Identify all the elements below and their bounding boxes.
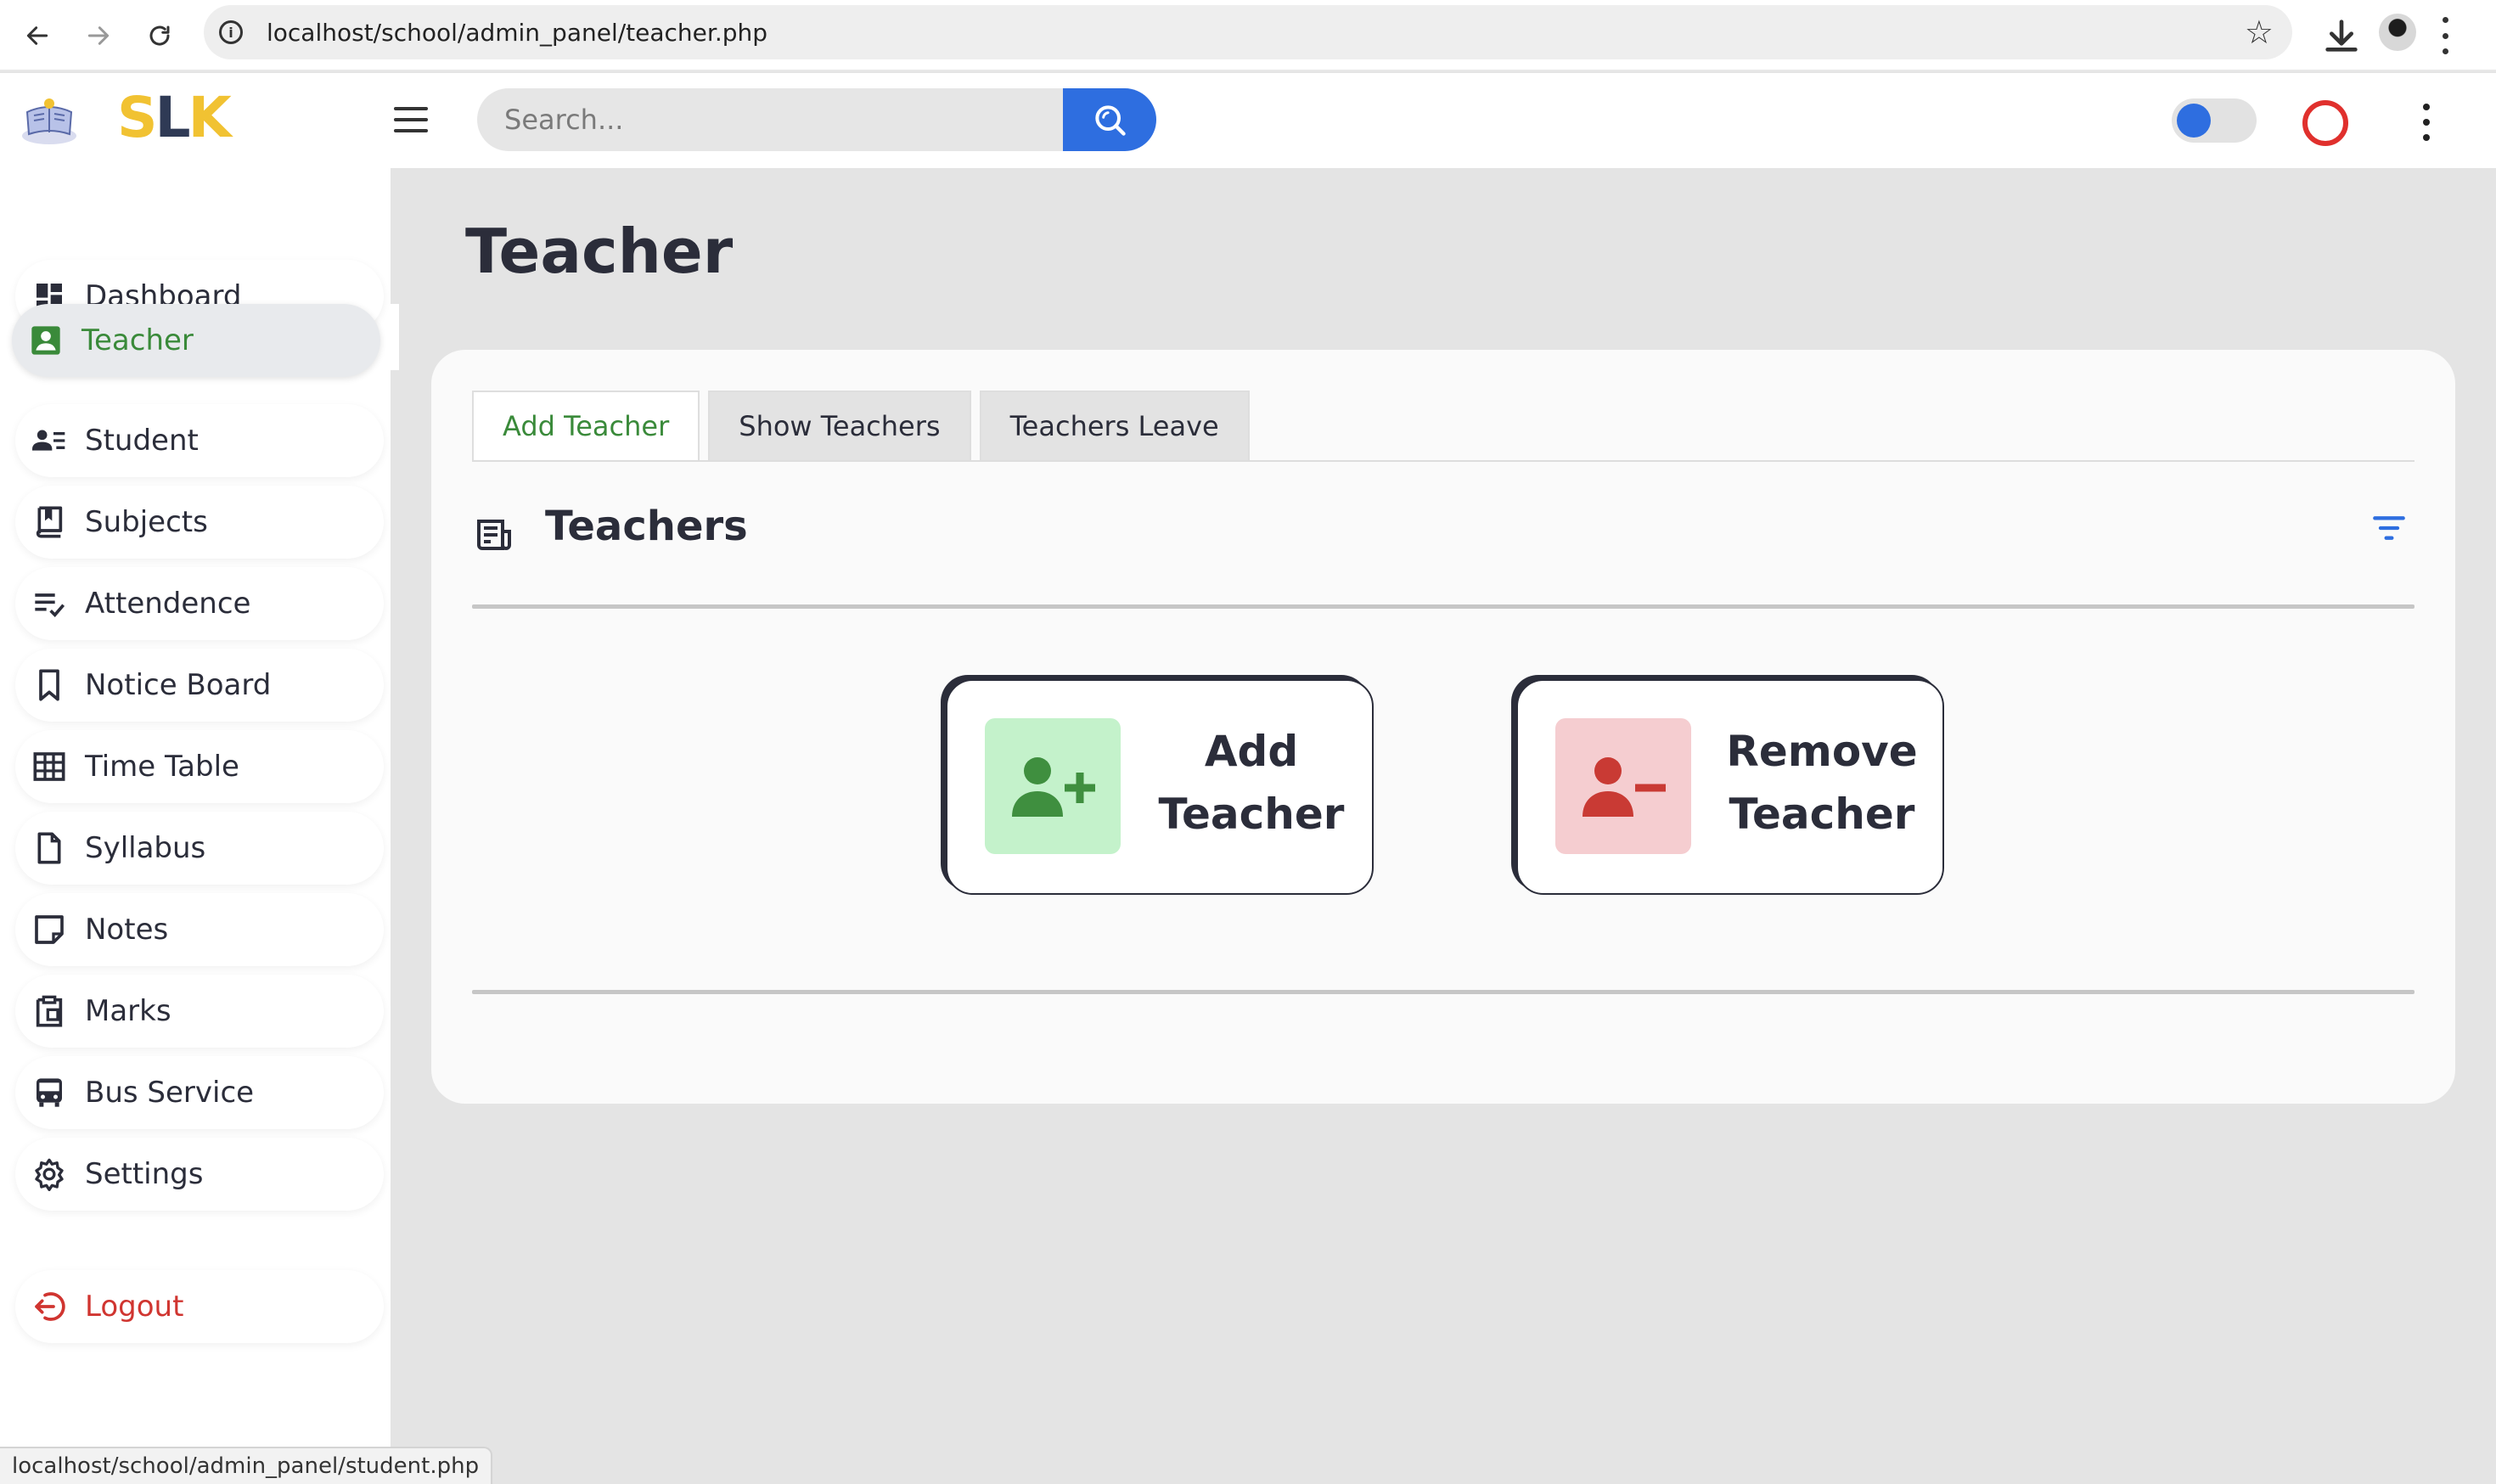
document-list-icon: [477, 520, 511, 550]
browser-menu-icon[interactable]: [2437, 17, 2454, 54]
more-options-icon[interactable]: [2418, 104, 2435, 141]
tab-bar: Add Teacher Show Teachers Teachers Leave: [472, 391, 1258, 464]
school-logo-icon: [19, 93, 80, 148]
note-icon: [35, 915, 64, 944]
sidebar-item-label: Notes: [85, 913, 169, 947]
logout-icon: [35, 1292, 65, 1321]
divider: [472, 604, 2414, 609]
file-icon: [37, 832, 61, 864]
filter-icon[interactable]: [2372, 514, 2406, 542]
table-icon: [33, 752, 65, 781]
page-title: Teacher: [465, 216, 734, 287]
browser-toolbar: i localhost/school/admin_panel/teacher.p…: [0, 0, 2496, 71]
sidebar-item-label: Syllabus: [85, 831, 206, 865]
add-teacher-label: Add Teacher: [1158, 727, 1345, 839]
sidebar-item-label: Subjects: [85, 505, 208, 539]
sidebar-item-notes[interactable]: Notes: [15, 893, 384, 966]
forward-icon[interactable]: [75, 12, 122, 59]
tab-divider: [472, 460, 2414, 462]
sidebar-item-settings[interactable]: Settings: [15, 1138, 384, 1211]
sidebar-item-subjects[interactable]: Subjects: [15, 486, 384, 559]
address-bar[interactable]: i localhost/school/admin_panel/teacher.p…: [204, 5, 2292, 59]
remove-teacher-label: Remove Teacher: [1726, 727, 1918, 839]
person-remove-icon: [1555, 718, 1691, 854]
status-bar-url: localhost/school/admin_panel/student.php: [0, 1447, 493, 1484]
theme-toggle[interactable]: [2172, 98, 2257, 143]
search-icon: [1095, 105, 1126, 136]
checklist-icon: [35, 593, 65, 618]
person-add-icon: [985, 718, 1121, 854]
sidebar-item-label: Attendence: [85, 587, 251, 621]
sidebar-item-student[interactable]: Student: [15, 404, 384, 477]
section-title: Teachers: [545, 503, 748, 550]
divider: [472, 990, 2414, 994]
sidebar-item-logout[interactable]: Logout: [15, 1270, 384, 1343]
profile-avatar[interactable]: [2379, 14, 2416, 51]
book-icon: [36, 506, 63, 538]
student-icon: [32, 430, 65, 451]
site-info-icon[interactable]: i: [219, 20, 243, 44]
clipboard-icon: [36, 995, 63, 1027]
sidebar: Dashboard Teacher Student Subjects Atten…: [0, 168, 399, 1484]
sidebar-item-label: Bus Service: [85, 1076, 255, 1110]
record-ring-icon[interactable]: [2302, 100, 2348, 146]
add-teacher-button[interactable]: Add Teacher: [946, 679, 1374, 895]
tab-show-teachers[interactable]: Show Teachers: [708, 391, 971, 462]
tab-add-teacher[interactable]: Add Teacher: [472, 391, 700, 462]
sidebar-item-label: Notice Board: [85, 668, 272, 702]
teacher-icon: [31, 326, 60, 355]
bookmark-icon: [39, 669, 59, 701]
gear-icon: [35, 1158, 64, 1191]
sidebar-item-label: Time Table: [85, 750, 239, 784]
back-icon[interactable]: [14, 12, 61, 59]
sidebar-item-label: Settings: [85, 1157, 204, 1191]
sidebar-item-label: Marks: [85, 994, 171, 1028]
tab-teachers-leave[interactable]: Teachers Leave: [979, 391, 1250, 462]
remove-teacher-button[interactable]: Remove Teacher: [1516, 679, 1944, 895]
sidebar-item-attendence[interactable]: Attendence: [15, 567, 384, 640]
download-icon[interactable]: [2318, 12, 2365, 59]
sidebar-item-label: Logout: [85, 1290, 184, 1324]
sidebar-item-teacher[interactable]: Teacher: [12, 304, 380, 377]
toggle-knob: [2177, 104, 2211, 138]
app-logo-text: SLK: [117, 85, 232, 150]
search-button[interactable]: [1063, 88, 1156, 151]
sidebar-item-notice-board[interactable]: Notice Board: [15, 649, 384, 722]
sidebar-item-syllabus[interactable]: Syllabus: [15, 812, 384, 885]
menu-toggle-icon[interactable]: [394, 107, 428, 132]
app-header: SLK: [0, 73, 2496, 168]
sidebar-item-label: Teacher: [82, 323, 194, 357]
address-url[interactable]: localhost/school/admin_panel/teacher.php: [267, 19, 767, 47]
reload-icon[interactable]: [136, 12, 183, 59]
teacher-card: Add Teacher Show Teachers Teachers Leave…: [431, 350, 2455, 1104]
sidebar-item-time-table[interactable]: Time Table: [15, 730, 384, 803]
sidebar-item-marks[interactable]: Marks: [15, 975, 384, 1048]
bookmark-star-icon[interactable]: ☆: [2245, 14, 2274, 51]
sidebar-item-label: Student: [85, 424, 199, 458]
bus-icon: [37, 1078, 62, 1107]
sidebar-item-bus-service[interactable]: Bus Service: [15, 1056, 384, 1129]
search-input[interactable]: [477, 88, 1071, 151]
search-bar: [477, 88, 1156, 151]
